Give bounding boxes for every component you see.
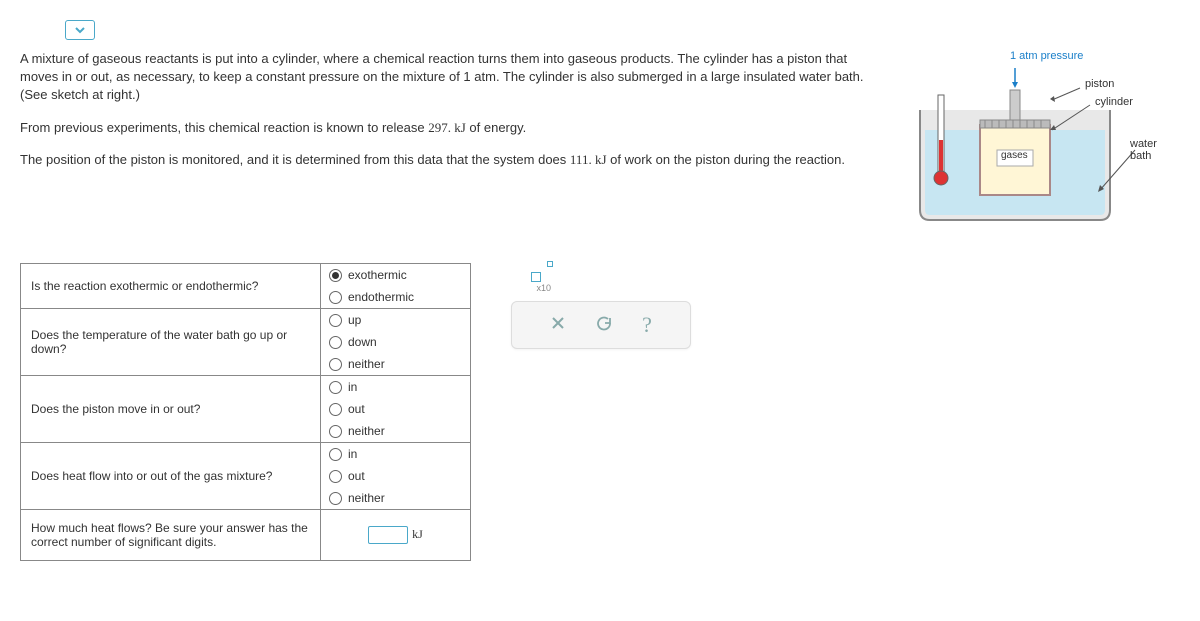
- radio-icon: [329, 269, 342, 282]
- q2-opt-neither[interactable]: neither: [321, 353, 470, 375]
- help-button[interactable]: ?: [642, 312, 652, 338]
- piston-label: piston: [1085, 78, 1114, 90]
- problem-p3: The position of the piston is monitored,…: [20, 151, 880, 169]
- radio-icon: [329, 336, 342, 349]
- cylinder-label: cylinder: [1095, 96, 1133, 108]
- radio-icon: [329, 492, 342, 505]
- problem-p2: From previous experiments, this chemical…: [20, 119, 880, 137]
- unit-label: kJ: [412, 527, 423, 541]
- radio-icon: [329, 403, 342, 416]
- q2-opt-up[interactable]: up: [321, 309, 470, 331]
- sci-notation-button[interactable]: x10: [511, 263, 561, 291]
- radio-icon: [329, 314, 342, 327]
- chevron-down-icon: [74, 24, 86, 36]
- heat-input[interactable]: [368, 526, 408, 544]
- q1-opt-exothermic[interactable]: exothermic: [321, 264, 470, 286]
- expand-button[interactable]: [65, 20, 95, 40]
- question-table: Is the reaction exothermic or endothermi…: [20, 263, 471, 561]
- q3-opt-neither[interactable]: neither: [321, 420, 470, 442]
- q4-opt-out[interactable]: out: [321, 465, 470, 487]
- q3-opt-in[interactable]: in: [321, 376, 470, 398]
- radio-icon: [329, 470, 342, 483]
- radio-icon: [329, 425, 342, 438]
- problem-p1: A mixture of gaseous reactants is put in…: [20, 50, 880, 105]
- clear-button[interactable]: [550, 315, 566, 336]
- close-icon: [550, 315, 566, 331]
- radio-icon: [329, 291, 342, 304]
- q1-label: Is the reaction exothermic or endothermi…: [21, 264, 321, 309]
- q4-label: Does heat flow into or out of the gas mi…: [21, 443, 321, 510]
- radio-icon: [329, 448, 342, 461]
- apparatus-diagram: 1 atm pressure piston cylinder water bat…: [900, 50, 1180, 233]
- square-small-icon: [547, 261, 553, 267]
- waterbath-label: water bath: [1130, 138, 1180, 162]
- q4-opt-in[interactable]: in: [321, 443, 470, 465]
- problem-text: A mixture of gaseous reactants is put in…: [20, 50, 900, 233]
- q3-label: Does the piston move in or out?: [21, 376, 321, 443]
- q2-opt-down[interactable]: down: [321, 331, 470, 353]
- q5-label: How much heat flows? Be sure your answer…: [21, 510, 321, 561]
- q4-opt-neither[interactable]: neither: [321, 487, 470, 509]
- x10-label: x10: [536, 283, 551, 293]
- square-icon: [531, 272, 541, 282]
- reset-icon: [596, 315, 612, 331]
- radio-icon: [329, 381, 342, 394]
- q2-label: Does the temperature of the water bath g…: [21, 309, 321, 376]
- pressure-label: 1 atm pressure: [1010, 50, 1083, 62]
- q1-opt-endothermic[interactable]: endothermic: [321, 286, 470, 308]
- gases-label: gases: [1001, 150, 1028, 161]
- reset-button[interactable]: [596, 315, 612, 336]
- tool-panel: x10 ?: [511, 263, 691, 561]
- radio-icon: [329, 358, 342, 371]
- q3-opt-out[interactable]: out: [321, 398, 470, 420]
